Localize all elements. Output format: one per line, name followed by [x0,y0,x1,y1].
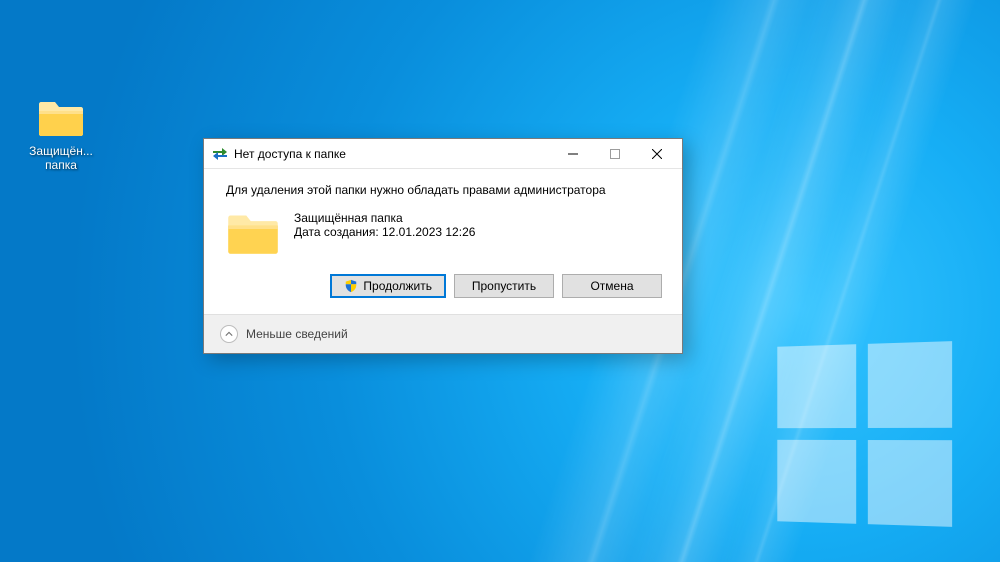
close-icon [652,149,662,159]
dialog-button-row: Продолжить Пропустить Отмена [226,274,662,298]
window-controls [552,139,678,168]
skip-button[interactable]: Пропустить [454,274,554,298]
desktop-folder-label: Защищён... папка [18,144,104,172]
dialog-content: Для удаления этой папки нужно обладать п… [204,169,682,314]
cancel-button-label: Отмена [590,279,633,293]
minimize-icon [568,149,578,159]
desktop-background: Защищён... папка Нет доступа к папке [0,0,1000,562]
cancel-button[interactable]: Отмена [562,274,662,298]
folder-access-denied-dialog: Нет доступа к папке Для удаления этой па… [203,138,683,354]
close-button[interactable] [636,139,678,168]
dialog-title: Нет доступа к папке [234,147,552,161]
dialog-message: Для удаления этой папки нужно обладать п… [226,183,662,197]
folder-created-date: Дата создания: 12.01.2023 12:26 [294,225,475,239]
transfer-arrows-icon [212,146,228,162]
folder-icon [37,98,85,138]
folder-info: Защищённая папка Дата создания: 12.01.20… [294,211,475,239]
details-toggle-label: Меньше сведений [246,327,348,341]
details-toggle[interactable]: Меньше сведений [204,314,682,353]
continue-button[interactable]: Продолжить [330,274,446,298]
maximize-button[interactable] [594,139,636,168]
desktop-folder-shortcut[interactable]: Защищён... папка [18,98,104,172]
maximize-icon [610,149,620,159]
folder-info-row: Защищённая папка Дата создания: 12.01.20… [226,211,662,256]
chevron-up-icon [220,325,238,343]
continue-button-label: Продолжить [363,279,432,293]
folder-icon [226,211,280,256]
skip-button-label: Пропустить [472,279,536,293]
minimize-button[interactable] [552,139,594,168]
dialog-titlebar[interactable]: Нет доступа к папке [204,139,682,169]
folder-name: Защищённая папка [294,211,475,225]
uac-shield-icon [344,279,358,293]
windows-logo [777,341,952,527]
